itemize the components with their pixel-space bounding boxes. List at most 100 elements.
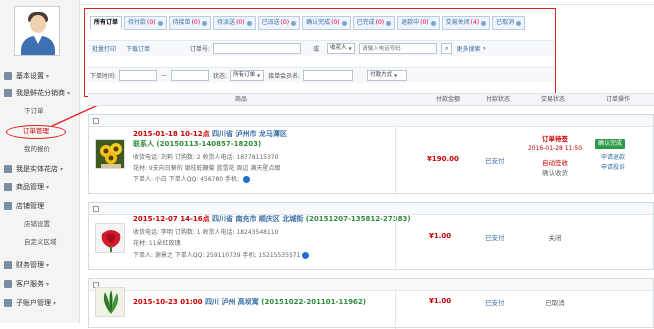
date-to-input[interactable] [171,70,210,81]
sidebar-group-service[interactable]: 客户服务 ▾ [4,278,49,290]
member-input[interactable] [303,70,354,81]
tab-delivered[interactable]: 已派送 (0) [257,16,301,30]
product-thumbnail[interactable] [95,287,125,317]
tab-pending-delivery[interactable]: 待派送 (0) [213,16,256,30]
sidebar-item-my-quotes[interactable]: 我的报价 [24,144,50,155]
chevron-down-icon: ▾ [46,280,50,288]
order-checkbox[interactable] [93,206,99,212]
order-table-header: 商品 付款金额 付款状态 交易状态 订单操作 [88,93,654,106]
order-id-line[interactable]: 联系人 (20150113-140857-18203) [133,139,261,149]
pay-status: 已支付 [485,157,505,165]
order-detail-line: 收货电话: 李明 订购数: 1 收货人电话: 18243548110 [133,229,279,236]
sidebar-group-shop[interactable]: 店铺管理 [4,200,44,212]
order-title[interactable]: 2015-10-23 01:00 四川 泸州 高坝寓 (20151022-201… [133,297,366,307]
content-top-border [80,4,654,5]
sidebar-group-subaccounts[interactable]: 子账户管理 ▾ [4,297,56,309]
auto-receive: 自动签收 [542,159,568,167]
search-button[interactable]: ⌕ [441,43,453,54]
filter-row-date: 下单时间: — 状态: 所有订单 ▼ 接单会员名: 付款方式 ▼ [88,67,554,83]
chevron-down-icon: ▼ [257,73,261,78]
buyer-info: 下单人: 小白 下单人QQ: 456780 手机: [133,176,241,183]
chevron-down-icon: ▾ [46,261,50,269]
sidebar-item-shop-settings[interactable]: 店铺设置 [24,219,50,230]
sidebar-group-label: 商品管理 [16,183,44,191]
sidebar-item-place-order[interactable]: 下订单 [24,106,44,117]
tab-count: (0) [236,19,245,26]
confirm-receipt: 确认收货 [542,169,568,177]
status-time: 2016-01-28 11:50 [527,145,583,152]
tab-label: 所有订单 [94,19,119,26]
order-address: 四川 泸州 高坝寓 [204,298,259,306]
sidebar-group-label: 基本设置 [16,72,44,80]
tab-refunding[interactable]: 退款中 (0) [397,16,440,30]
tab-count: (0) [420,19,429,26]
trade-status: 关闭 [548,234,562,242]
order-id: 联系人 (20150113-140857-18203) [133,140,262,148]
chevron-down-icon: ▼ [394,73,398,78]
sidebar-group-products[interactable]: 商品管理 ▾ [4,181,49,193]
tab-count: (0) [147,19,156,26]
order-title[interactable]: 2015-01-18 10-12点 四川省 泸州市 龙马潭区 [133,129,287,139]
store-icon [4,165,12,173]
col-pay-status: 付款状态 [485,96,510,103]
qq-icon[interactable] [242,176,250,183]
info-icon [341,20,347,26]
shop-icon [4,202,12,210]
rose-image [96,224,124,252]
date-from-input[interactable] [119,70,158,81]
tab-label: 确认完成 [306,19,331,26]
tab-cancelled[interactable]: 已取消 [492,16,526,30]
order-address: 四川省 南充市 顺庆区 北城街 [212,215,304,223]
order-detail-line: 收货电话: 刘莉 订购数: 2 收货人电话: 18778115370 [133,154,279,161]
tab-all-orders[interactable]: 所有订单 [90,16,123,30]
order-date-label: 下单时间: [90,73,117,80]
tab-completed[interactable]: 已完成 (0) [352,16,396,30]
sidebar-item-custom-area[interactable]: 自定义区域 [24,237,57,248]
confirm-complete-button[interactable]: 确认完成 [595,139,626,149]
order-price: ¥190.00 [427,155,459,163]
order-price: ¥1.00 [429,297,452,305]
avatar[interactable] [14,6,60,56]
sidebar-group-finance[interactable]: 财务管理 ▾ [4,259,49,271]
col-trade-status: 交易状态 [540,96,565,103]
sidebar-group-label: 财务管理 [16,261,44,269]
advanced-search-link[interactable]: 更多搜索 [456,44,480,53]
sunflower-image [96,140,124,168]
tab-label: 已完成 [356,19,375,26]
tab-confirm-complete[interactable]: 确认完成 (0) [302,16,351,30]
double-chevron-icon[interactable]: » [482,45,486,52]
tab-pending-payment[interactable]: 待付款 (0) [124,16,167,30]
order-address: 四川省 泸州市 龙马潭区 [212,130,287,138]
product-thumbnail[interactable] [95,223,125,253]
tab-label: 待接单 [172,19,191,26]
product-thumbnail[interactable] [95,139,125,169]
order-title[interactable]: 2015-12-07 14-16点 四川省 南充市 顺庆区 北城街 (20151… [133,214,411,224]
order-buyer-line: 下单人: 谢景之 下单人QQ: 259110739 手机: 1521553557… [133,250,311,259]
tab-count: (0) [280,19,290,26]
refund-link[interactable]: 申请退款 [601,152,625,161]
receiver-select[interactable]: 收花人 ▼ [327,43,356,54]
tab-label: 交易关闭 [445,19,470,26]
order-date: 2015-10-23 01:00 [133,298,203,306]
sidebar-group-basic[interactable]: 基本设置 ▾ [4,70,49,82]
status-select[interactable]: 所有订单 ▼ [230,70,265,81]
phone-input[interactable] [359,43,438,54]
order-card: 2015-12-07 14-16点 四川省 南充市 顺庆区 北城街 (20151… [88,202,654,271]
info-icon [516,20,522,26]
complaint-link[interactable]: 申请投诉 [601,162,625,171]
search-icon: ⌕ [445,45,449,52]
order-number-input[interactable] [213,43,302,54]
qq-icon[interactable] [302,252,310,259]
sidebar-group-distributor[interactable]: 我是鲜花分销商 ▾ [4,87,70,99]
tab-pending-accept[interactable]: 待接单 (0) [168,16,212,30]
tab-closed[interactable]: 交易关闭 (4) [441,16,491,30]
batch-print-link[interactable]: 批量打印 [92,44,116,53]
payment-method-select[interactable]: 付款方式 ▼ [367,70,408,81]
sidebar-item-order-management[interactable]: 订单管理 [6,125,66,139]
chevron-down-icon: ▾ [53,299,57,307]
sidebar-group-label: 店铺管理 [16,202,44,210]
order-card: 2015-10-23 01:00 四川 泸州 高坝寓 (20151022-201… [88,278,654,329]
order-checkbox[interactable] [93,118,99,124]
sidebar-group-store[interactable]: 我是实体花店 ▾ [4,163,63,175]
download-orders-link[interactable]: 下载订单 [126,44,150,53]
